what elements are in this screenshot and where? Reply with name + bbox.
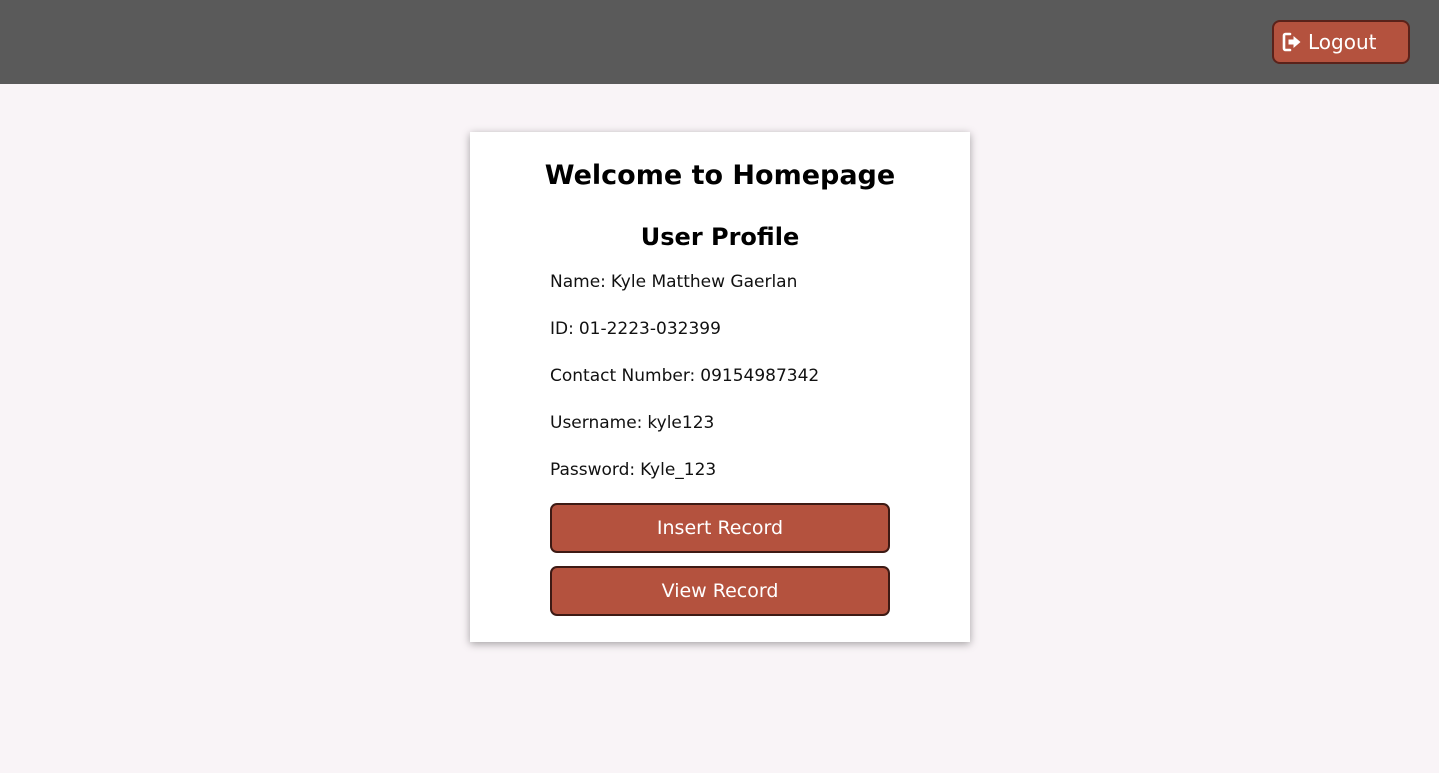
- user-profile-heading: User Profile: [640, 223, 800, 251]
- name-value: Kyle Matthew Gaerlan: [610, 272, 798, 292]
- id-value: 01-2223-032399: [578, 319, 721, 339]
- welcome-title: Welcome to Homepage: [544, 160, 896, 191]
- top-navbar: Logout: [0, 0, 1439, 84]
- password-label: Password:: [550, 460, 636, 480]
- profile-username-field: Username: kyle123: [550, 411, 890, 435]
- insert-record-button[interactable]: Insert Record: [550, 503, 890, 553]
- profile-password-field: Password: Kyle_123: [550, 458, 890, 482]
- username-value: kyle123: [647, 413, 715, 433]
- logout-button[interactable]: Logout: [1272, 20, 1410, 64]
- contact-value: 09154987342: [700, 366, 820, 386]
- view-record-button[interactable]: View Record: [550, 566, 890, 616]
- username-label: Username:: [550, 413, 643, 433]
- profile-contact-field: Contact Number: 09154987342: [550, 364, 890, 388]
- profile-card: Welcome to Homepage User Profile Name: Ky…: [470, 132, 970, 642]
- id-label: ID:: [550, 319, 574, 339]
- name-label: Name:: [550, 272, 606, 292]
- profile-name-field: Name: Kyle Matthew Gaerlan: [550, 270, 890, 294]
- contact-label: Contact Number:: [550, 366, 696, 386]
- profile-id-field: ID: 01-2223-032399: [550, 317, 890, 341]
- logout-label: Logout: [1308, 30, 1377, 54]
- sign-out-icon: [1282, 32, 1302, 52]
- password-value: Kyle_123: [640, 460, 717, 480]
